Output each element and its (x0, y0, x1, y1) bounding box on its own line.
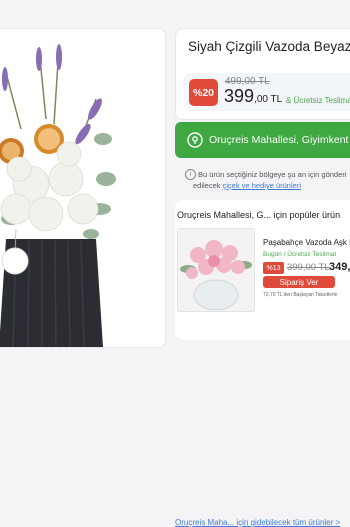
order-button[interactable]: Sipariş Ver (263, 276, 335, 288)
product-title: Siyah Çizgili Vazoda Beyaz (188, 39, 350, 54)
popular-product-old-price: 399,00 TL (287, 262, 330, 273)
popular-product-image[interactable] (177, 228, 255, 312)
popular-products-card: Oruçreis Mahallesi, G... için popüler ür… (175, 200, 350, 527)
popular-product-name[interactable]: Paşabahçe Vazoda Aşk P (263, 238, 350, 247)
delivery-location-label: Oruçreis Mahallesi, Giyimkent Sit (209, 134, 350, 146)
info-icon: i (185, 169, 196, 180)
all-products-link[interactable]: Oruçreis Maha... için gidebilecek tüm ür… (175, 518, 340, 527)
delivery-location-button[interactable]: Oruçreis Mahallesi, Giyimkent Sit (175, 122, 350, 158)
free-shipping-label: & Ücretsiz Teslimat (286, 96, 350, 105)
product-detail-panel: Siyah Çizgili Vazoda Beyaz %20 499,00 TL… (175, 0, 350, 527)
delivery-info-note: i Bu ürün seçtiğiniz bölgeye şu an için … (175, 165, 350, 195)
new-price-currency: ,00 TL (254, 94, 283, 105)
new-price-integer: 399 (224, 86, 255, 106)
popular-product-discount-badge: %13 (263, 262, 284, 274)
new-price: 399,00 TL (224, 86, 282, 107)
popular-product-shipping: Bugün / Ücretsiz Teslimat (263, 251, 337, 258)
location-pin-icon (187, 132, 203, 148)
info-line-1: Bu ürün seçtiğiniz bölgeye şu an için gö… (198, 170, 347, 179)
info-line-2: edilecek çiçek ve hediye ürünleri (193, 180, 301, 191)
discount-badge: %20 (189, 79, 218, 106)
popular-product-new-price: 349, (329, 261, 350, 273)
price-box: %20 499,00 TL 399,00 TL & Ücretsiz Tesli… (184, 73, 350, 111)
info-line-2-prefix: edilecek (193, 181, 223, 190)
product-image-card[interactable] (0, 28, 166, 348)
product-image (0, 44, 116, 347)
product-summary-card: Siyah Çizgili Vazoda Beyaz %20 499,00 TL… (175, 28, 350, 120)
installment-note: 72,70 TL'den Başlayan Taksitlerle (263, 292, 338, 298)
popular-products-title: Oruçreis Mahallesi, G... için popüler ür… (177, 210, 341, 220)
flowers-and-gifts-link[interactable]: çiçek ve hediye ürünleri (223, 181, 301, 190)
pink-roses-vase-photo (178, 229, 254, 311)
